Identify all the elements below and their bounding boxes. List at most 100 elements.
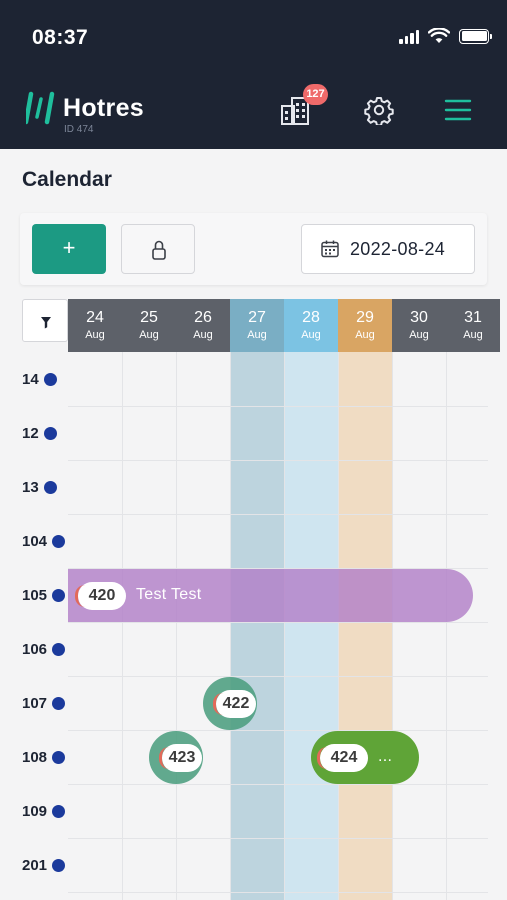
grid-column-divider	[338, 352, 339, 900]
booking-guest-name: ...	[378, 748, 393, 765]
room-status-dot	[52, 696, 66, 710]
day-number: 25	[140, 309, 158, 326]
day-month: Aug	[463, 329, 483, 341]
room-number: 107	[22, 694, 48, 712]
room-status-dot	[52, 588, 66, 602]
room-status-dot	[43, 480, 57, 494]
lock-icon	[152, 240, 166, 260]
room-status-dot	[43, 426, 57, 440]
booking-id-pill: 423	[159, 744, 202, 772]
status-bar: 08:37	[0, 0, 507, 70]
grid-row-divider	[68, 460, 488, 461]
room-label-13[interactable]: 13	[22, 477, 57, 497]
day-number: 24	[86, 309, 104, 326]
day-header-26[interactable]: 26 Aug	[176, 299, 230, 352]
day-header-31[interactable]: 31 Aug	[446, 299, 500, 352]
status-icons	[399, 28, 492, 44]
calendar-grid: 24 Aug 25 Aug 26 Aug 27 Aug 28 Aug 29 Aug 30 Aug 31 Aug…	[0, 299, 507, 900]
room-number: 12	[22, 424, 39, 442]
grid-row-divider	[68, 838, 488, 839]
grid-row-divider	[68, 730, 488, 731]
day-month: Aug	[193, 329, 213, 341]
room-number: 13	[22, 478, 39, 496]
page-title: Calendar	[22, 168, 112, 191]
room-status-dot	[52, 804, 66, 818]
grid-row-divider	[68, 784, 488, 785]
settings-gear-icon[interactable]	[364, 95, 394, 125]
filter-button[interactable]	[22, 299, 68, 342]
booking-id-pill: 422	[213, 690, 256, 718]
room-number: 201	[22, 856, 48, 874]
room-label-109[interactable]: 109	[22, 801, 66, 821]
day-month: Aug	[139, 329, 159, 341]
day-number: 28	[302, 309, 320, 326]
add-booking-button[interactable]: +	[32, 224, 106, 274]
room-label-107[interactable]: 107	[22, 693, 66, 713]
calendar-icon	[321, 240, 339, 258]
day-month: Aug	[301, 329, 321, 341]
date-picker-button[interactable]: 2022-08-24	[301, 224, 475, 274]
day-header-25[interactable]: 25 Aug	[122, 299, 176, 352]
room-number: 106	[22, 640, 48, 658]
room-number: 108	[22, 748, 48, 766]
day-header-27[interactable]: 27 Aug	[230, 299, 284, 352]
battery-icon	[459, 28, 492, 44]
room-label-12[interactable]: 12	[22, 423, 57, 443]
booking-guest-name: Test Test	[136, 586, 202, 603]
booking-id-pill: 420	[75, 582, 126, 610]
booking-id-pill: 424	[317, 744, 368, 772]
lock-button[interactable]	[121, 224, 195, 274]
room-number: 14	[22, 370, 39, 388]
room-label-105[interactable]: 105	[22, 585, 66, 605]
grid-column-divider	[230, 352, 231, 900]
day-month: Aug	[355, 329, 375, 341]
grid-column-divider	[392, 352, 393, 900]
day-month: Aug	[247, 329, 267, 341]
room-label-104[interactable]: 104	[22, 531, 66, 551]
day-header-29[interactable]: 29 Aug	[338, 299, 392, 352]
day-header-24[interactable]: 24 Aug	[68, 299, 122, 352]
grid-row-divider	[68, 622, 488, 623]
grid-column-divider	[446, 352, 447, 900]
room-label-108[interactable]: 108	[22, 747, 66, 767]
hotres-logo-icon	[26, 91, 55, 125]
grid-column-divider	[122, 352, 123, 900]
day-number: 27	[248, 309, 266, 326]
grid-row-divider	[68, 676, 488, 677]
room-number: 104	[22, 532, 48, 550]
room-status-dot	[52, 534, 66, 548]
status-time: 08:37	[32, 26, 89, 49]
cellular-signal-icon	[399, 29, 419, 44]
booking-420[interactable]	[68, 569, 473, 622]
day-month: Aug	[85, 329, 105, 341]
grid-row-divider	[68, 892, 488, 893]
brand-name: Hotres	[63, 94, 144, 122]
room-number: 109	[22, 802, 48, 820]
room-number: 105	[22, 586, 48, 604]
room-status-dot	[52, 858, 66, 872]
room-label-106[interactable]: 106	[22, 639, 66, 659]
app-header: Hotres ID 474 127	[0, 70, 507, 149]
room-status-dot	[52, 642, 66, 656]
day-number: 29	[356, 309, 374, 326]
wifi-icon	[428, 28, 450, 43]
grid-row-divider	[68, 406, 488, 407]
day-header-30[interactable]: 30 Aug	[392, 299, 446, 352]
room-status-dot	[43, 372, 57, 386]
notification-badge: 127	[303, 84, 328, 105]
room-label-14[interactable]: 14	[22, 369, 57, 389]
room-label-201[interactable]: 201	[22, 855, 66, 875]
day-month: Aug	[409, 329, 429, 341]
grid-column-divider	[284, 352, 285, 900]
grid-row-divider	[68, 514, 488, 515]
day-number: 30	[410, 309, 428, 326]
room-status-dot	[52, 750, 66, 764]
property-id: ID 474	[64, 124, 94, 135]
day-header-28[interactable]: 28 Aug	[284, 299, 338, 352]
filter-funnel-icon	[41, 317, 51, 329]
selected-date: 2022-08-24	[350, 239, 446, 259]
hamburger-menu-icon[interactable]	[444, 97, 472, 123]
day-number: 26	[194, 309, 212, 326]
day-number: 31	[464, 309, 482, 326]
grid-column-divider	[176, 352, 177, 900]
